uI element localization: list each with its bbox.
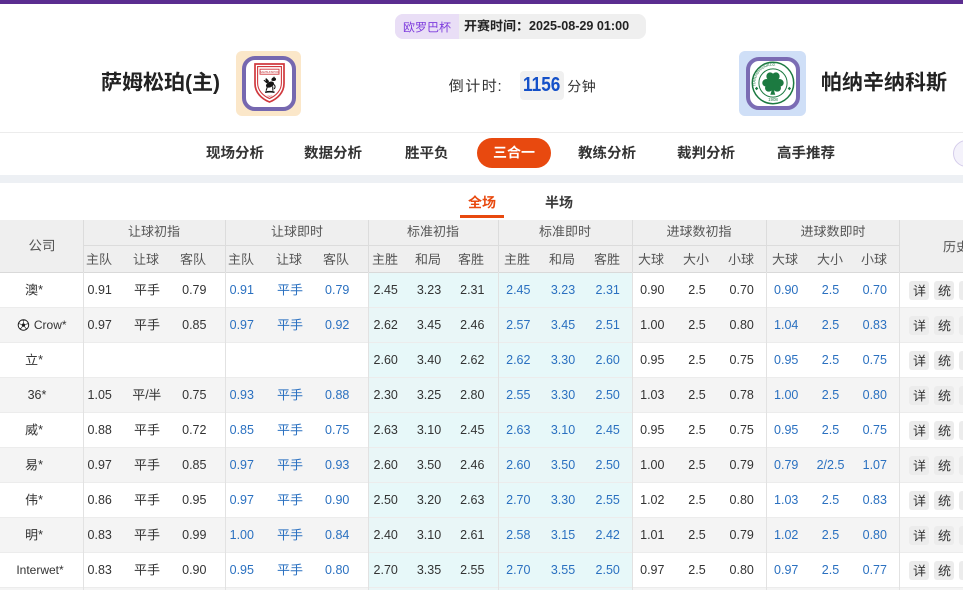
svg-text:1965: 1965 <box>267 94 273 98</box>
svg-text:SAMSUNSPOR: SAMSUNSPOR <box>260 70 279 74</box>
svg-text:1908: 1908 <box>768 97 778 102</box>
